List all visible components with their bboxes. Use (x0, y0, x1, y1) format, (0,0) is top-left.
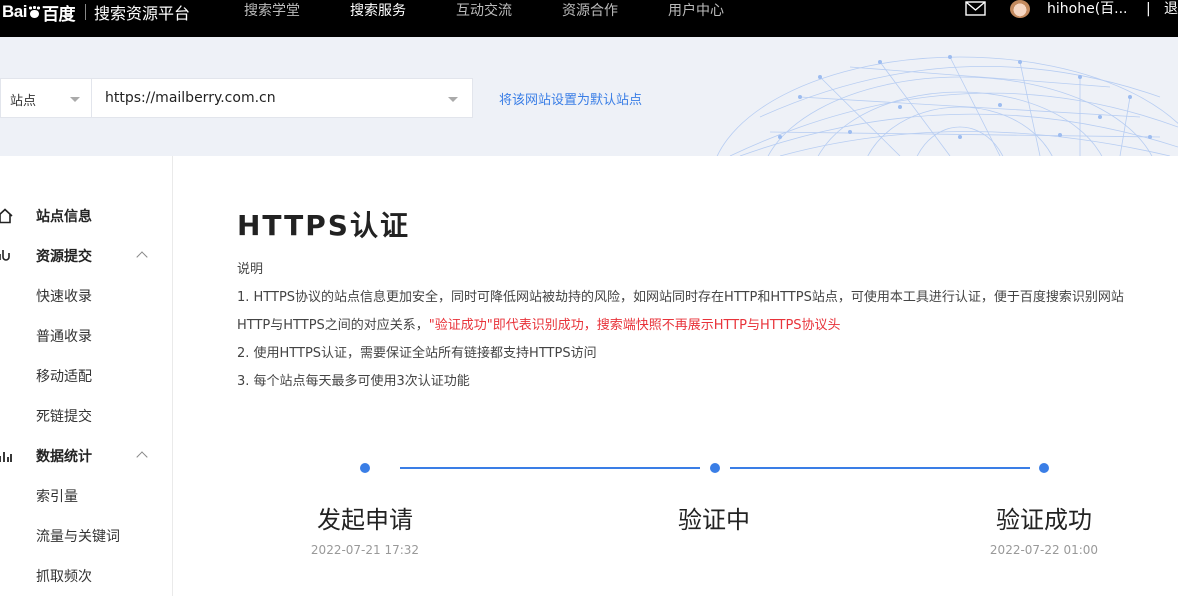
sidebar-item-label: 站点信息 (36, 209, 92, 225)
sidebar-item-traffic-keywords[interactable]: 流量与关键词 (36, 526, 120, 546)
sidebar-item-crawl-frequency[interactable]: 抓取频次 (36, 566, 92, 586)
sidebar-group-label: 资源提交 (36, 249, 92, 265)
step-dot-1 (360, 463, 370, 473)
main-nav: 搜索学堂 搜索服务 互动交流 资源合作 用户中心 (244, 2, 774, 20)
logo-divider (84, 4, 86, 20)
site-type-label: 站点 (10, 94, 37, 109)
step-time-submit: 2022-07-21 17:32 (310, 543, 420, 557)
mail-icon[interactable] (965, 1, 986, 16)
avatar[interactable] (1010, 0, 1030, 18)
page-title: HTTPS认证 (237, 209, 410, 242)
description-line: 3. 每个站点每天最多可使用3次认证功能 (237, 374, 470, 389)
step-time-success: 2022-07-22 01:00 (989, 543, 1099, 557)
logo-text-right: 百度 (41, 4, 76, 24)
site-url-select[interactable]: https://mailberry.com.cn (91, 78, 473, 118)
sidebar-group-resource-submit[interactable]: 资源提交 (0, 246, 173, 266)
chevron-down-icon (70, 97, 80, 102)
nav-item-user-center[interactable]: 用户中心 (668, 2, 724, 20)
chevron-up-icon[interactable] (136, 451, 148, 463)
sidebar-item-fast-index[interactable]: 快速收录 (36, 286, 92, 306)
logo-text-left: Bai (2, 2, 27, 21)
nav-item-academy[interactable]: 搜索学堂 (244, 2, 300, 20)
site-url-value: https://mailberry.com.cn (105, 90, 276, 106)
bar-chart-icon (0, 452, 12, 462)
description-heading: 说明 (237, 262, 264, 277)
logout-link[interactable]: 退 (1164, 0, 1178, 18)
globe-decoration (716, 55, 1178, 156)
step-label-submit: 发起申请 (317, 506, 413, 534)
description-line: 1. HTTPS协议的站点信息更加安全，同时可降低网站被劫持的风险，如网站同时存… (237, 290, 1124, 305)
sidebar-item-site-info[interactable]: 站点信息 (0, 206, 173, 226)
nav-item-search-services[interactable]: 搜索服务 (350, 2, 406, 20)
description: 说明 1. HTTPS协议的站点信息更加安全，同时可降低网站被劫持的风险，如网站… (237, 260, 1178, 400)
chevron-up-icon[interactable] (136, 251, 148, 263)
platform-name: 搜索资源平台 (93, 4, 190, 23)
step-dot-3 (1039, 463, 1049, 473)
step-dot-2 (710, 463, 720, 473)
step-label-success: 验证成功 (996, 506, 1092, 534)
main-content: HTTPS认证 说明 1. HTTPS协议的站点信息更加安全，同时可降低网站被劫… (174, 156, 1178, 596)
step-label-verifying: 验证中 (678, 506, 750, 534)
description-line: HTTP与HTTPS之间的对应关系，"验证成功"即代表识别成功，搜索端快照不再展… (237, 316, 1178, 344)
description-line: 2. 使用HTTPS认证，需要保证全站所有链接都支持HTTPS访问 (237, 346, 597, 361)
set-default-site-link[interactable]: 将该网站设置为默认站点 (499, 89, 642, 108)
user-divider: | (1146, 1, 1151, 17)
nav-item-cooperation[interactable]: 资源合作 (562, 2, 618, 20)
sidebar-group-label: 数据统计 (36, 449, 92, 465)
site-type-select[interactable]: 站点 (0, 78, 91, 118)
site-selector-bar: 站点 https://mailberry.com.cn 将该网站设置为默认站点 (0, 37, 1178, 156)
chevron-down-icon (448, 97, 458, 102)
paw-icon (28, 5, 41, 19)
sidebar-item-normal-index[interactable]: 普通收录 (36, 326, 92, 346)
sidebar-group-data-stats[interactable]: 数据统计 (0, 446, 173, 466)
description-text: HTTP与HTTPS之间的对应关系， (237, 318, 429, 333)
baidu-logo[interactable]: Bai 百度 搜索资源平台 (2, 2, 190, 24)
step-connector-2 (730, 467, 1030, 469)
warning-text: "验证成功"即代表识别成功，搜索端快照不再展示HTTP与HTTPS协议头 (428, 318, 841, 333)
sidebar-item-deadlink[interactable]: 死链提交 (36, 406, 92, 426)
link-icon (0, 250, 10, 261)
sidebar-item-mobile-adapt[interactable]: 移动适配 (36, 366, 92, 386)
nav-item-community[interactable]: 互动交流 (456, 2, 512, 20)
step-connector-1 (400, 467, 700, 469)
sidebar: 站点信息 资源提交 快速收录 普通收录 移动适配 死链提交 数据统计 索引量 流… (0, 156, 173, 596)
home-icon (0, 208, 13, 224)
sidebar-item-index-volume[interactable]: 索引量 (36, 486, 78, 506)
username[interactable]: hihohe(百... (1047, 0, 1128, 18)
top-nav-bar: Bai 百度 搜索资源平台 搜索学堂 搜索服务 互动交流 资源合作 用户中心 h… (0, 0, 1178, 37)
